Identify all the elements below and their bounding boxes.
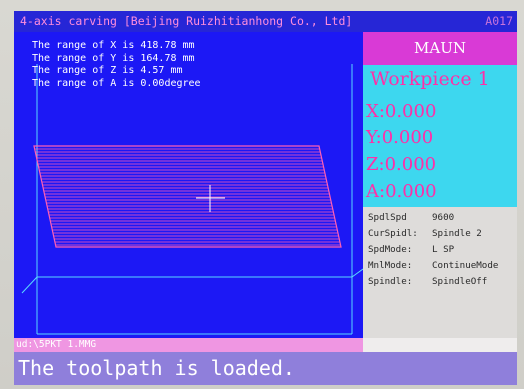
range-y: The range of Y is 164.78 mm <box>32 52 195 64</box>
title-bar: 4-axis carving [Beijing Ruizhitianhong C… <box>14 11 517 32</box>
range-info: The range of X is 418.78 mm The range of… <box>32 40 201 90</box>
window-title: 4-axis carving [Beijing Ruizhitianhong C… <box>20 14 353 28</box>
status-row: Spindle: SpindleOff <box>368 276 487 287</box>
range-x: The range of X is 418.78 mm <box>32 40 195 51</box>
axis-a-value: A:0.000 <box>366 181 437 202</box>
status-key: SpdlSpd <box>368 212 407 223</box>
file-path-bar: ud:\5PKT 1.MMG <box>14 338 363 352</box>
status-row: SpdMode: L SP <box>368 244 454 255</box>
title-right-text: A017 <box>485 14 513 28</box>
status-row: MnlMode: ContinueMode <box>368 260 498 271</box>
status-value: ContinueMode <box>432 260 499 271</box>
status-key: MnlMode: <box>368 260 413 271</box>
status-message: The toolpath is loaded. <box>18 356 295 380</box>
toolpath-view[interactable]: The range of X is 418.78 mm The range of… <box>14 32 363 338</box>
cnc-screen: 4-axis carving [Beijing Ruizhitianhong C… <box>14 11 517 385</box>
status-key: CurSpidl: <box>368 228 418 239</box>
wireframe-box <box>21 64 363 335</box>
status-key: Spindle: <box>368 276 413 287</box>
status-row: SpdlSpd 9600 <box>368 212 454 223</box>
path-bar-filler <box>363 338 517 352</box>
right-panel: MAUN Workpiece 1 X:0.000 Y:0.000 Z:0.000… <box>363 32 517 338</box>
status-key: SpdMode: <box>368 244 413 255</box>
axis-z-value: Z:0.000 <box>366 154 437 175</box>
range-z: The range of Z is 4.57 mm <box>32 65 183 76</box>
crosshair-icon <box>196 185 225 212</box>
status-row: CurSpidl: Spindle 2 <box>368 228 482 239</box>
wire-left-diagonal <box>21 276 38 294</box>
status-value: SpindleOff <box>432 276 488 287</box>
toolpath-hatch <box>34 148 341 246</box>
axis-y-value: Y:0.000 <box>366 127 434 148</box>
panel-header: MAUN <box>363 32 517 65</box>
message-bar: The toolpath is loaded. <box>14 352 517 385</box>
file-path: ud:\5PKT 1.MMG <box>16 339 97 350</box>
status-value: Spindle 2 <box>432 228 482 239</box>
workpiece-label: Workpiece 1 <box>370 68 490 90</box>
range-a: The range of A is 0.00degree <box>32 77 201 89</box>
axis-x-value: X:0.000 <box>366 101 437 122</box>
wire-right-diagonal <box>351 268 363 278</box>
spindle-status: SpdlSpd 9600 CurSpidl: Spindle 2 SpdMode: L… <box>363 207 517 338</box>
status-value: L SP <box>432 244 455 255</box>
coordinate-display: Workpiece 1 X:0.000 Y:0.000 Z:0.000 A:0.… <box>363 65 517 207</box>
status-value: 9600 <box>432 212 455 223</box>
